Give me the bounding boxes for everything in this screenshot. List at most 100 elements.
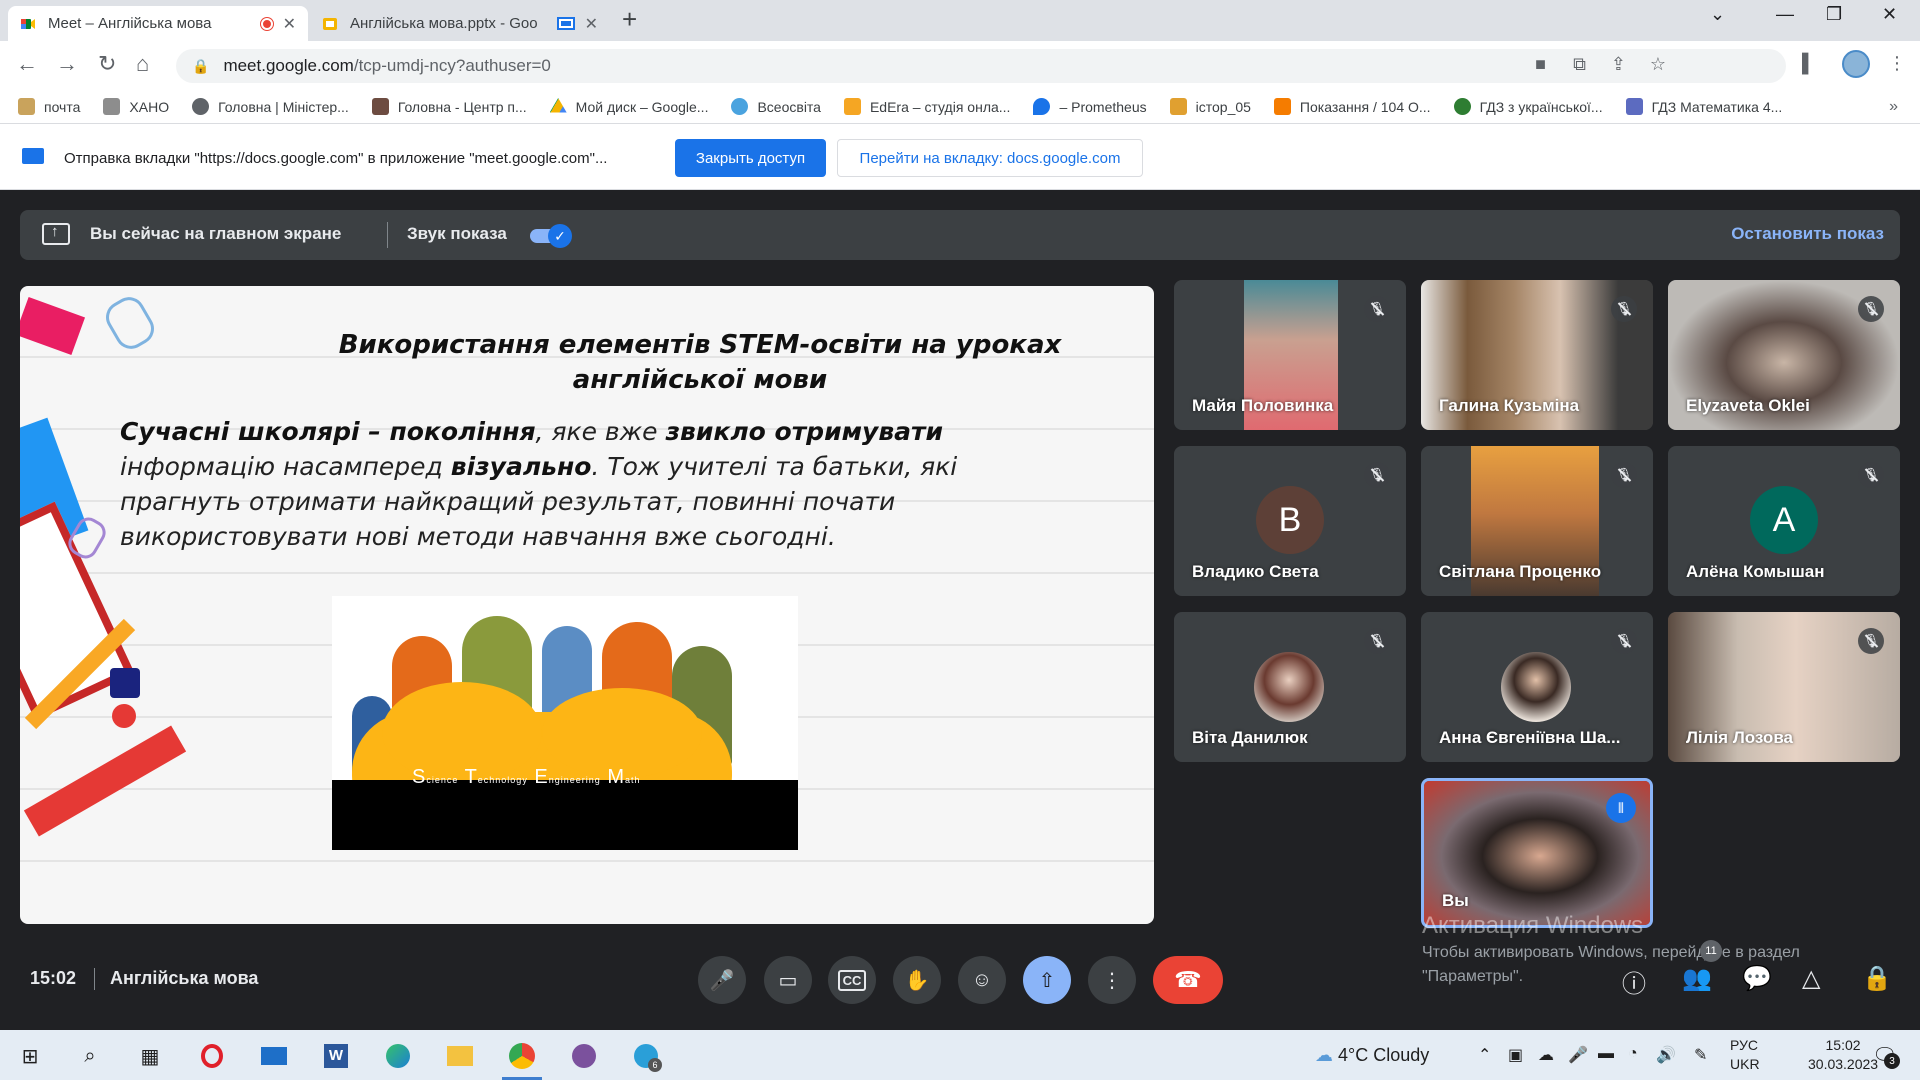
share-icon[interactable]: ⇪ <box>1611 54 1626 75</box>
pen-icon[interactable]: ✎ <box>1694 1045 1707 1065</box>
battery-icon[interactable]: ▬ <box>1598 1045 1614 1063</box>
camera-icon[interactable]: ■ <box>1535 54 1546 75</box>
new-tab-button[interactable]: + <box>622 4 637 35</box>
microphone-button[interactable]: 🎤 <box>698 956 746 1004</box>
people-count-badge: 11 <box>1700 940 1722 962</box>
minimize-button[interactable]: — <box>1776 4 1794 25</box>
home-icon[interactable]: ⌂ <box>136 51 149 77</box>
chat-icon[interactable]: 💬 <box>1742 964 1772 993</box>
stem-illustration: Science Technology Engineering Math <box>332 596 798 850</box>
bookmark-item[interactable]: ГДЗ Математика 4... <box>1625 98 1782 115</box>
bookmark-item[interactable]: істор_05 <box>1169 98 1251 115</box>
activation-line: "Параметры". <box>1422 968 1524 985</box>
forward-icon[interactable]: → <box>56 51 78 77</box>
file-explorer-icon[interactable] <box>446 1042 474 1070</box>
onedrive-icon[interactable]: ☁ <box>1538 1045 1554 1065</box>
mail-icon[interactable] <box>260 1042 288 1070</box>
bookmark-item[interactable]: Показання / 104 О... <box>1273 98 1431 115</box>
address-bar[interactable]: 🔒 meet.google.com/tcp-umdj-ncy?authuser=… <box>176 49 1786 83</box>
menu-icon[interactable]: ⋮ <box>1888 53 1906 74</box>
participant-name: Анна Євгеніївна Ша... <box>1439 728 1621 747</box>
participant-name: Elyzaveta Oklei <box>1686 396 1810 415</box>
bookmark-item[interactable]: почта <box>18 98 80 115</box>
bookmark-star-icon[interactable]: ☆ <box>1650 54 1666 75</box>
participant-tile[interactable]: В 🎙 Владико Света <box>1174 446 1406 596</box>
volume-icon[interactable]: 🔊 <box>1656 1045 1676 1065</box>
share-sound-toggle[interactable]: ✓ <box>530 224 574 248</box>
bookmark-item[interactable]: Всеосвіта <box>731 98 821 115</box>
tab-meet[interactable]: Meet – Англійська мова ✕ <box>8 6 308 41</box>
close-tab-icon[interactable]: ✕ <box>585 14 598 34</box>
meeting-details-icon[interactable]: ⓘ <box>1622 964 1646 999</box>
bookmark-item[interactable]: ХАНО <box>103 98 169 115</box>
participant-photo <box>1254 652 1324 722</box>
wifi-icon[interactable]: ◔ <box>1628 1045 1638 1063</box>
reactions-button[interactable]: ☺ <box>958 956 1006 1004</box>
notification-icon[interactable]: 🗨3 <box>1872 1043 1900 1069</box>
slide-text-run: , яке вже <box>535 417 666 446</box>
participant-tile[interactable]: 🎙 Майя Половинка <box>1174 280 1406 430</box>
participant-tile[interactable]: 🎙 Лілія Лозова <box>1668 612 1900 762</box>
tray-overflow-icon[interactable]: ⌃ <box>1478 1045 1491 1065</box>
bookmark-item[interactable]: Головна - Центр п... <box>371 98 527 115</box>
participant-tile[interactable]: 🎙 Elyzaveta Oklei <box>1668 280 1900 430</box>
restore-button[interactable]: ❐ <box>1826 4 1842 25</box>
present-button[interactable]: ⇧ <box>1023 956 1071 1004</box>
more-options-button[interactable]: ⋮ <box>1088 956 1136 1004</box>
bookmark-item[interactable]: Головна | Міністер... <box>192 98 349 115</box>
present-icon: ⇧ <box>1038 969 1056 992</box>
lock-icon[interactable]: 🔒 <box>192 58 209 75</box>
tab-slides[interactable]: Англійська мова.pptx - Goo ✕ <box>310 6 610 41</box>
chrome-icon[interactable] <box>508 1042 536 1070</box>
participant-tile[interactable]: 🎙 Галина Кузьміна <box>1421 280 1653 430</box>
back-icon[interactable]: ← <box>16 51 38 77</box>
bookmark-item[interactable]: ГДЗ з української... <box>1453 98 1603 115</box>
close-access-button[interactable]: Закрыть доступ <box>675 139 826 177</box>
leave-call-button[interactable]: ☎ <box>1153 956 1223 1004</box>
telegram-icon[interactable]: 6 <box>632 1042 662 1072</box>
meet-tray-icon[interactable]: ▣ <box>1508 1045 1523 1065</box>
infobar-message: Отправка вкладки "https://docs.google.co… <box>64 150 608 167</box>
task-view-icon[interactable]: ▦ <box>136 1042 164 1070</box>
host-controls-icon[interactable]: 🔒 <box>1862 964 1892 993</box>
stop-presenting-button[interactable]: Остановить показ <box>1731 224 1884 244</box>
bookmark-item[interactable]: – Prometheus <box>1033 98 1147 115</box>
weather-widget[interactable]: ☁ 4°C Cloudy <box>1315 1045 1429 1066</box>
viber-icon[interactable] <box>570 1042 598 1070</box>
raise-hand-button[interactable]: ✋ <box>893 956 941 1004</box>
participant-tile[interactable]: 🎙 Анна Євгеніївна Ша... <box>1421 612 1653 762</box>
camera-button[interactable]: ▭ <box>764 956 812 1004</box>
opera-icon[interactable] <box>198 1042 226 1070</box>
bookmark-item[interactable]: Мой диск – Google... <box>549 98 708 115</box>
profile-avatar[interactable] <box>1842 50 1870 78</box>
mic-off-icon: 🎙 <box>1611 628 1637 654</box>
browser-toolbar: ← → ↻ ⌂ 🔒 meet.google.com/tcp-umdj-ncy?a… <box>0 41 1920 90</box>
search-icon[interactable]: ⌕ <box>76 1042 104 1070</box>
gdz-icon <box>1453 98 1471 115</box>
self-tile[interactable]: ⦀ Вы <box>1421 778 1653 928</box>
more-bookmarks-icon[interactable]: » <box>1889 98 1898 116</box>
bookmark-item[interactable]: EdEra – студія онла... <box>843 98 1010 115</box>
reload-icon[interactable]: ↻ <box>98 51 116 77</box>
participant-tile[interactable]: 🎙 Віта Данилюк <box>1174 612 1406 762</box>
camera-icon: ▭ <box>778 969 798 992</box>
meter-icon <box>1273 98 1291 115</box>
goto-tab-button[interactable]: Перейти на вкладку: docs.google.com <box>837 139 1143 177</box>
stationery-decoration <box>20 296 86 356</box>
side-panel-icon[interactable]: ▌ <box>1802 53 1815 74</box>
language-indicator[interactable]: РУС UKR <box>1730 1036 1760 1074</box>
people-icon[interactable]: 👥 <box>1682 964 1712 993</box>
participant-tile[interactable]: 🎙 Світлана Проценко <box>1421 446 1653 596</box>
captions-button[interactable]: CC <box>828 956 876 1004</box>
mic-tray-icon[interactable]: 🎤 <box>1568 1045 1588 1065</box>
edge-icon[interactable] <box>384 1042 412 1070</box>
close-window-button[interactable]: ✕ <box>1882 4 1897 25</box>
open-in-new-icon[interactable]: ⧉ <box>1573 54 1586 75</box>
activities-icon[interactable]: △ <box>1802 964 1820 993</box>
close-tab-icon[interactable]: ✕ <box>283 14 296 34</box>
tab-search-icon[interactable]: ⌄ <box>1710 4 1725 25</box>
word-icon[interactable]: W <box>322 1042 350 1070</box>
system-clock[interactable]: 15:02 30.03.2023 <box>1808 1036 1878 1074</box>
participant-tile[interactable]: А 🎙 Алёна Комышан <box>1668 446 1900 596</box>
start-icon[interactable]: ⊞ <box>16 1042 44 1070</box>
